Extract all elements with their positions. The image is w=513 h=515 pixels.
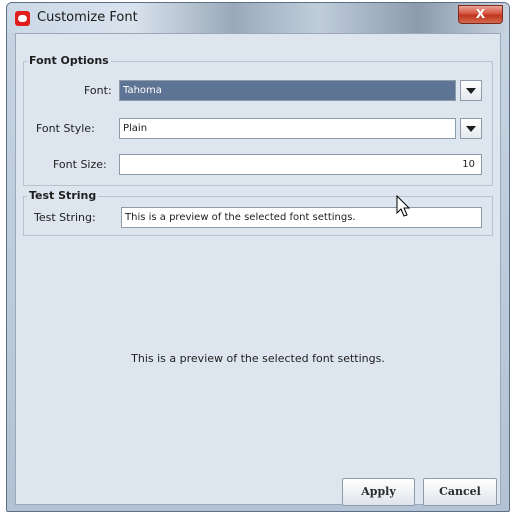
cancel-button-label: Cancel xyxy=(439,485,481,498)
app-icon xyxy=(15,11,30,26)
test-string-label: Test String: xyxy=(34,211,96,224)
font-style-combo[interactable]: Plain xyxy=(119,118,456,139)
font-style-label: Font Style: xyxy=(36,122,95,135)
close-button[interactable]: X xyxy=(458,5,503,24)
font-size-field[interactable]: 10 xyxy=(119,154,482,175)
test-string-legend: Test String xyxy=(27,189,99,202)
font-preview-text: This is a preview of the selected font s… xyxy=(131,352,385,365)
window-title: Customize Font xyxy=(37,10,138,25)
font-options-group: Font Options Font: Tahoma Font Style: Pl… xyxy=(23,54,493,186)
dialog-body: Font Options Font: Tahoma Font Style: Pl… xyxy=(15,33,501,506)
dialog-window: Customize Font X Font Options Font: Taho… xyxy=(6,2,510,512)
font-dropdown-button[interactable] xyxy=(460,80,482,101)
apply-button[interactable]: Apply xyxy=(342,478,415,506)
close-icon: X xyxy=(475,7,486,21)
test-string-group: Test String Test String: This is a previ… xyxy=(23,189,493,236)
font-combo[interactable]: Tahoma xyxy=(119,80,456,101)
cancel-button[interactable]: Cancel xyxy=(423,478,497,506)
font-options-legend: Font Options xyxy=(27,54,111,67)
font-size-label: Font Size: xyxy=(53,158,107,171)
mouse-cursor-icon xyxy=(396,195,411,217)
font-style-dropdown-button[interactable] xyxy=(460,118,482,139)
test-string-input[interactable]: This is a preview of the selected font s… xyxy=(121,207,482,228)
font-label: Font: xyxy=(84,84,112,97)
apply-button-label: Apply xyxy=(361,485,396,498)
title-bar[interactable]: Customize Font X xyxy=(7,3,509,33)
